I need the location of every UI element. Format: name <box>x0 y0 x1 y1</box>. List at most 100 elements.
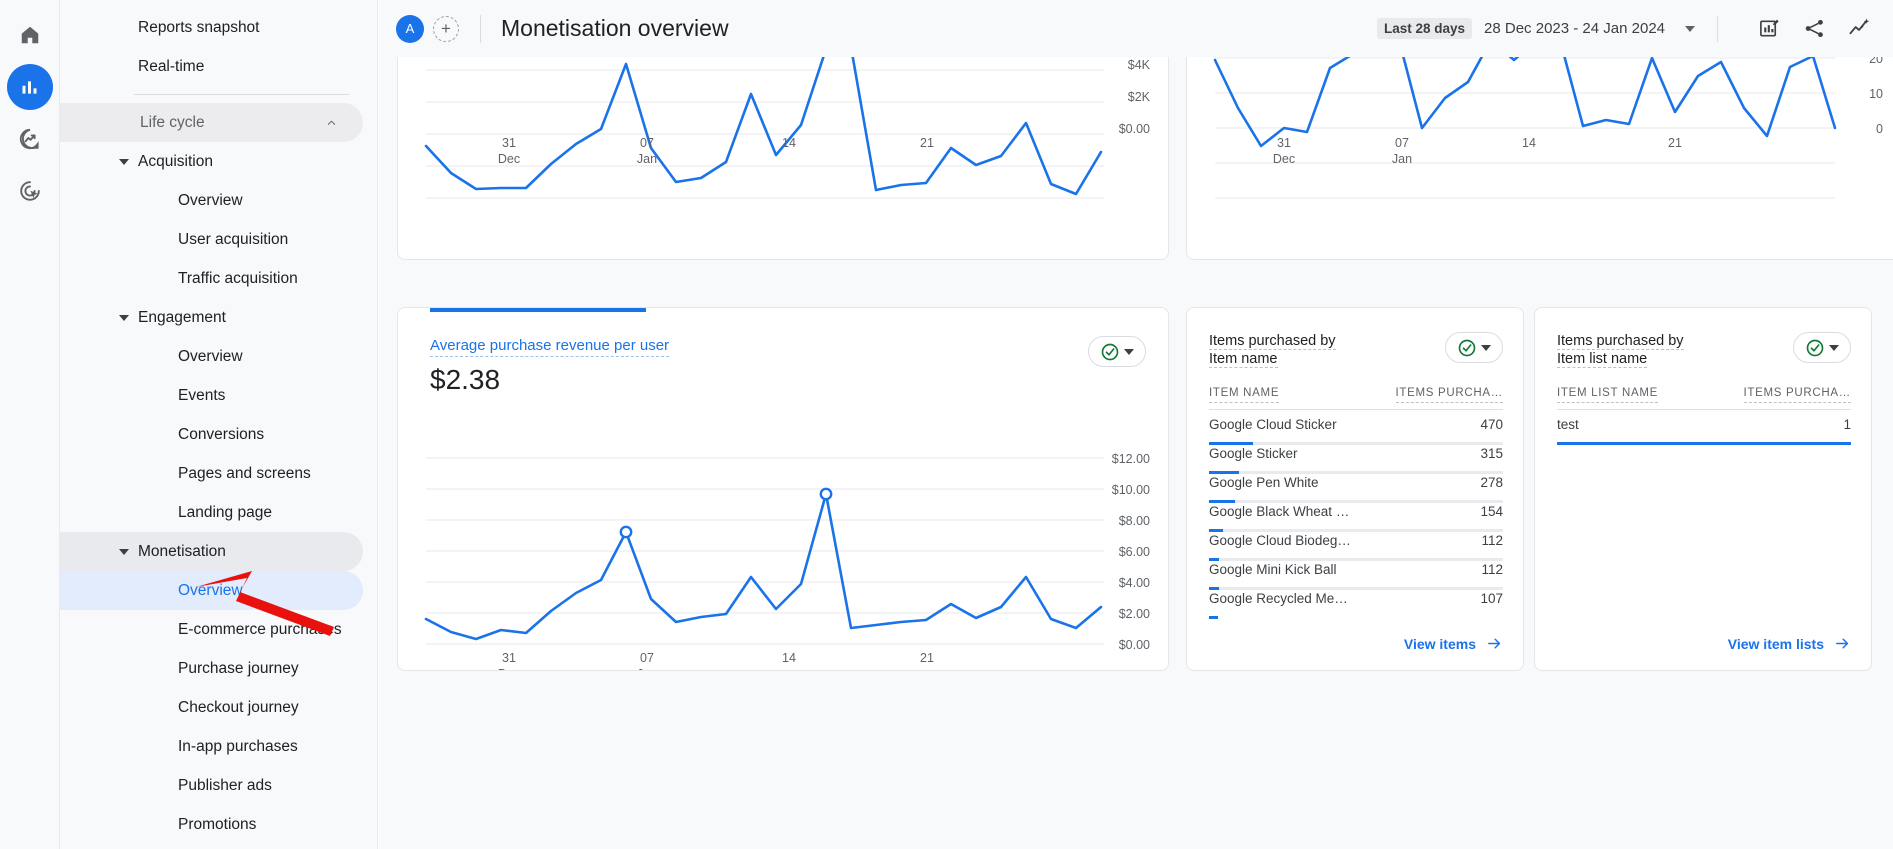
x-tick-label: 31 <box>502 136 516 150</box>
sidebar-item-e-commerce-purchases[interactable]: E-commerce purchases <box>60 610 363 649</box>
sidebar-item-real-time[interactable]: Real-time <box>60 47 363 86</box>
x-tick-month: Jan <box>632 667 662 670</box>
y-tick-label: $0.00 <box>1118 638 1150 652</box>
header-actions: Last 28 days 28 Dec 2023 - 24 Jan 2024 <box>1376 15 1893 42</box>
row-bar-fill <box>1209 500 1235 503</box>
arrow-right-icon <box>1488 638 1501 649</box>
comparison-selector[interactable] <box>1445 332 1503 363</box>
row-label: Google Cloud Biodeg… <box>1209 533 1351 548</box>
sidebar-item-traffic-acquisition[interactable]: Traffic acquisition <box>60 259 363 298</box>
column-header-items-purchased[interactable]: ITEMS PURCHA… <box>1743 385 1851 404</box>
y-tick-label: 10 <box>1869 87 1883 101</box>
date-preset-chip[interactable]: Last 28 days <box>1376 18 1473 39</box>
sidebar-group-engagement[interactable]: Engagement <box>60 298 363 337</box>
sidebar-item-promotions[interactable]: Promotions <box>60 805 363 844</box>
sidebar-item-pages-and-screens[interactable]: Pages and screens <box>60 454 363 493</box>
caret-down-icon <box>117 545 131 559</box>
sidebar-divider <box>134 94 349 95</box>
card-title-line1[interactable]: Items purchased by <box>1557 333 1684 350</box>
sidebar-item-acquisition-overview[interactable]: Overview <box>60 181 363 220</box>
column-header-items-purchased[interactable]: ITEMS PURCHA… <box>1395 385 1503 404</box>
sidebar-group-label: Acquisition <box>138 152 213 170</box>
account-avatar[interactable]: A <box>396 14 424 43</box>
sidebar-item-label: Overview <box>178 347 243 365</box>
card-title-line2[interactable]: Item name <box>1209 351 1278 369</box>
sidebar-item-monetisation-overview[interactable]: Overview <box>60 571 363 610</box>
view-items-link[interactable]: View items <box>1404 635 1503 652</box>
x-tick-label: 21 <box>920 651 934 665</box>
table-header-rule <box>1209 409 1503 410</box>
caret-down-icon <box>117 155 131 169</box>
x-tick-label: 07 <box>1395 136 1409 150</box>
row-bar-track <box>1209 442 1503 445</box>
y-tick-label: 20 <box>1869 57 1883 66</box>
row-value: 278 <box>1480 475 1503 490</box>
row-value: 470 <box>1480 417 1503 432</box>
add-comparison-button[interactable]: + <box>433 15 459 42</box>
sidebar-item-reports-snapshot[interactable]: Reports snapshot <box>60 8 363 47</box>
header-divider-2 <box>1717 15 1718 42</box>
report-content: $8K $6K $4K $2K $0.00 31 Dec 07 Jan 14 2… <box>379 57 1893 849</box>
y-tick-label: $4K <box>1127 58 1150 72</box>
row-value: 315 <box>1480 446 1503 461</box>
page-header: A + Monetisation overview Last 28 days 2… <box>379 0 1893 57</box>
row-bar-fill <box>1209 558 1219 561</box>
card-title-line2[interactable]: Item list name <box>1557 351 1648 369</box>
explore-icon-button[interactable] <box>7 116 53 162</box>
home-icon <box>21 26 38 44</box>
row-bar-track <box>1209 587 1503 590</box>
card-title-link[interactable]: Average purchase revenue per user <box>430 336 670 358</box>
sidebar-section-life-cycle[interactable]: Life cycle <box>60 103 363 142</box>
home-icon-button[interactable] <box>7 12 53 58</box>
chevron-down-icon[interactable] <box>1685 25 1695 32</box>
icon-rail <box>0 0 60 849</box>
sidebar-group-acquisition[interactable]: Acquisition <box>60 142 363 181</box>
column-header-item-list-name[interactable]: ITEM LIST NAME <box>1557 385 1658 404</box>
sidebar-item-label: Real-time <box>138 57 205 75</box>
edit-comparison-icon[interactable] <box>1758 17 1781 40</box>
page-title: Monetisation overview <box>501 15 729 41</box>
sidebar-item-label: Checkout journey <box>178 698 299 716</box>
row-label: Google Sticker <box>1209 446 1298 461</box>
x-tick-month: Dec <box>1272 152 1296 166</box>
sidebar-item-publisher-ads[interactable]: Publisher ads <box>60 766 363 805</box>
insights-icon[interactable] <box>1848 17 1871 40</box>
sidebar-item-label: User acquisition <box>178 230 289 248</box>
comparison-selector[interactable] <box>1088 336 1146 367</box>
bar-chart-icon <box>22 80 37 94</box>
sidebar-group-monetisation[interactable]: Monetisation <box>60 532 363 571</box>
sidebar-item-purchase-journey[interactable]: Purchase journey <box>60 649 363 688</box>
date-range-label[interactable]: 28 Dec 2023 - 24 Jan 2024 <box>1484 20 1665 37</box>
y-tick-label: $10.00 <box>1111 483 1150 497</box>
sidebar-item-checkout-journey[interactable]: Checkout journey <box>60 688 363 727</box>
sidebar-item-events[interactable]: Events <box>60 376 363 415</box>
x-tick-label: 21 <box>1668 136 1682 150</box>
card-title-line1[interactable]: Items purchased by <box>1209 333 1336 350</box>
total-revenue-chart-card: $8K $6K $4K $2K $0.00 31 Dec 07 Jan 14 2… <box>397 57 1169 260</box>
view-item-lists-link[interactable]: View item lists <box>1728 635 1851 652</box>
y-tick-label: $4.00 <box>1118 576 1150 590</box>
sidebar-item-in-app-purchases[interactable]: In-app purchases <box>60 727 363 766</box>
row-value: 112 <box>1481 533 1503 548</box>
sidebar-item-label: In-app purchases <box>178 737 298 755</box>
row-value: 107 <box>1480 591 1503 606</box>
view-item-lists-label: View item lists <box>1727 635 1824 652</box>
sidebar-item-landing-page[interactable]: Landing page <box>60 493 363 532</box>
row-bar-track <box>1209 529 1503 532</box>
x-tick-label: 21 <box>920 136 934 150</box>
column-header-item-name[interactable]: ITEM NAME <box>1209 385 1280 404</box>
row-bar-fill <box>1209 442 1253 445</box>
row-value: 1 <box>1843 417 1851 432</box>
sidebar-group-label: Engagement <box>138 308 226 326</box>
comparison-selector[interactable] <box>1793 332 1851 363</box>
reports-icon-button[interactable] <box>6 64 53 110</box>
sidebar-item-label: Traffic acquisition <box>178 269 298 287</box>
sidebar-item-user-acquisition[interactable]: User acquisition <box>60 220 363 259</box>
advertising-icon-button[interactable] <box>7 168 53 214</box>
row-label: Google Black Wheat … <box>1209 504 1350 519</box>
sidebar-item-conversions[interactable]: Conversions <box>60 415 363 454</box>
row-bar-fill <box>1209 529 1223 532</box>
share-icon[interactable] <box>1803 17 1826 40</box>
sidebar-item-engagement-overview[interactable]: Overview <box>60 337 363 376</box>
row-label: Google Pen White <box>1209 475 1319 490</box>
